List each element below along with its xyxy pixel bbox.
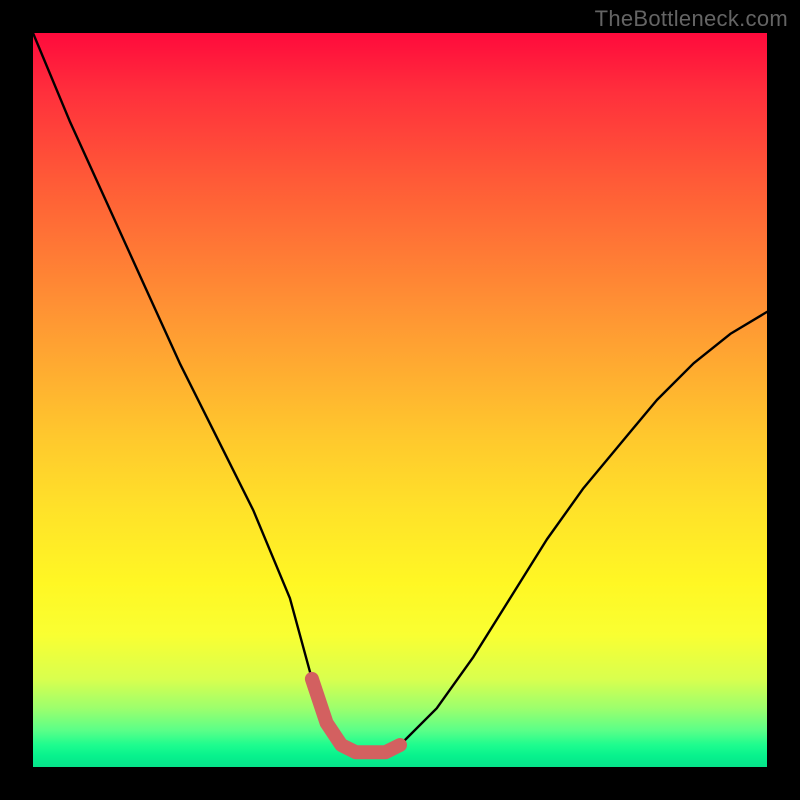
chart-frame: TheBottleneck.com bbox=[0, 0, 800, 800]
bottleneck-curve-path bbox=[33, 33, 767, 752]
curve-layer bbox=[33, 33, 767, 767]
optimal-plateau-path bbox=[312, 679, 400, 752]
plot-area bbox=[33, 33, 767, 767]
watermark-text: TheBottleneck.com bbox=[595, 6, 788, 32]
